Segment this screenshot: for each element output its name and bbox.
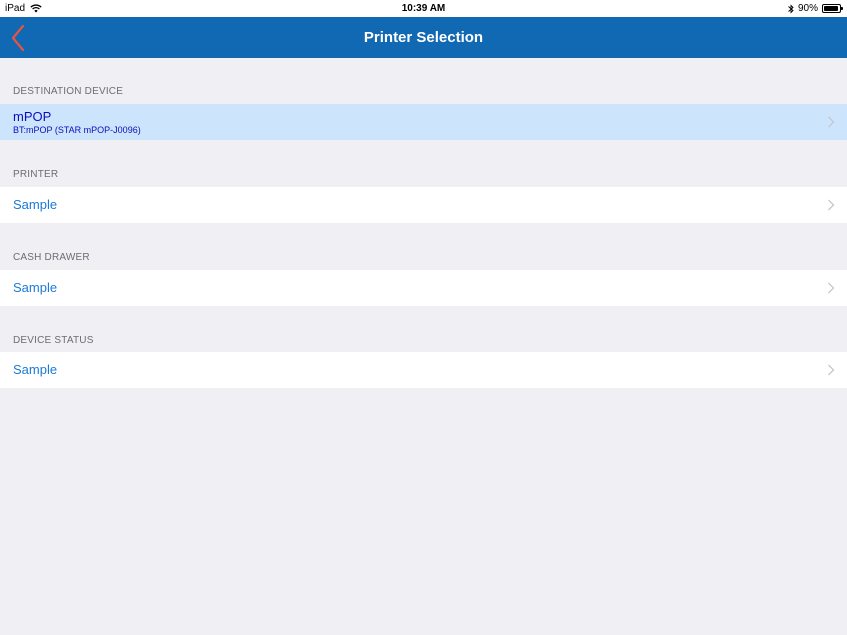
- status-time: 10:39 AM: [401, 3, 446, 14]
- destination-device-detail: BT:mPOP (STAR mPOP-J0096): [13, 125, 141, 135]
- status-right: 90%: [788, 0, 843, 17]
- chevron-right-icon: [828, 364, 835, 376]
- printer-value: Sample: [13, 197, 58, 212]
- device-status-row[interactable]: Sample: [0, 352, 847, 388]
- destination-device-name: mPOP: [13, 109, 52, 124]
- bluetooth-icon: [788, 3, 794, 14]
- destination-device-row[interactable]: mPOP BT:mPOP (STAR mPOP-J0096): [0, 104, 847, 140]
- cash-drawer-row[interactable]: Sample: [0, 270, 847, 306]
- section-header-device-status: DEVICE STATUS: [13, 335, 94, 346]
- status-bar: iPad 10:39 AM 90%: [0, 0, 847, 17]
- battery-percent: 90%: [797, 3, 818, 14]
- chevron-right-icon: [828, 199, 835, 211]
- battery-icon: [822, 4, 843, 13]
- chevron-right-icon: [828, 282, 835, 294]
- section-header-printer: PRINTER: [13, 169, 59, 180]
- section-header-destination: DESTINATION DEVICE: [13, 86, 124, 97]
- cash-drawer-value: Sample: [13, 280, 58, 295]
- battery-fill: [824, 6, 838, 11]
- chevron-right-icon: [828, 116, 835, 128]
- printer-row[interactable]: Sample: [0, 187, 847, 223]
- navigation-bar: Printer Selection: [0, 17, 847, 58]
- device-status-value: Sample: [13, 362, 58, 377]
- section-header-cash-drawer: CASH DRAWER: [13, 252, 90, 263]
- page-title: Printer Selection: [363, 29, 484, 46]
